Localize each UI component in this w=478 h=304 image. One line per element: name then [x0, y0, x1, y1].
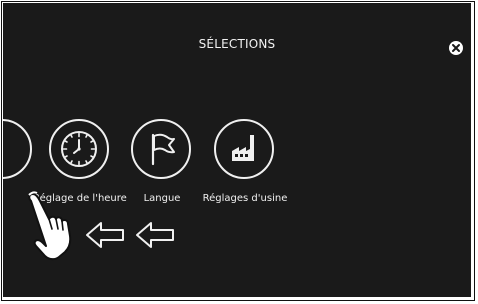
factory-icon — [214, 119, 274, 179]
left-arrow-icon — [135, 220, 185, 250]
close-icon — [449, 41, 463, 55]
item-label-factory-settings: Réglages d'usine — [202, 193, 288, 204]
close-button[interactable] — [448, 40, 464, 56]
page-title: SÉLECTIONS — [198, 37, 276, 51]
flag-icon — [131, 119, 191, 179]
clock-icon — [49, 119, 109, 179]
pointing-hand-icon — [19, 191, 83, 269]
left-arrow-icon — [85, 220, 135, 250]
carousel-item-factory-settings[interactable]: Réglages d'usine — [203, 119, 287, 209]
selection-screen: SÉLECTIONS Réglage de l'heure Langue Rég… — [3, 3, 471, 297]
partial-circle-icon — [3, 119, 32, 179]
carousel-item-language[interactable]: Langue — [131, 119, 197, 209]
